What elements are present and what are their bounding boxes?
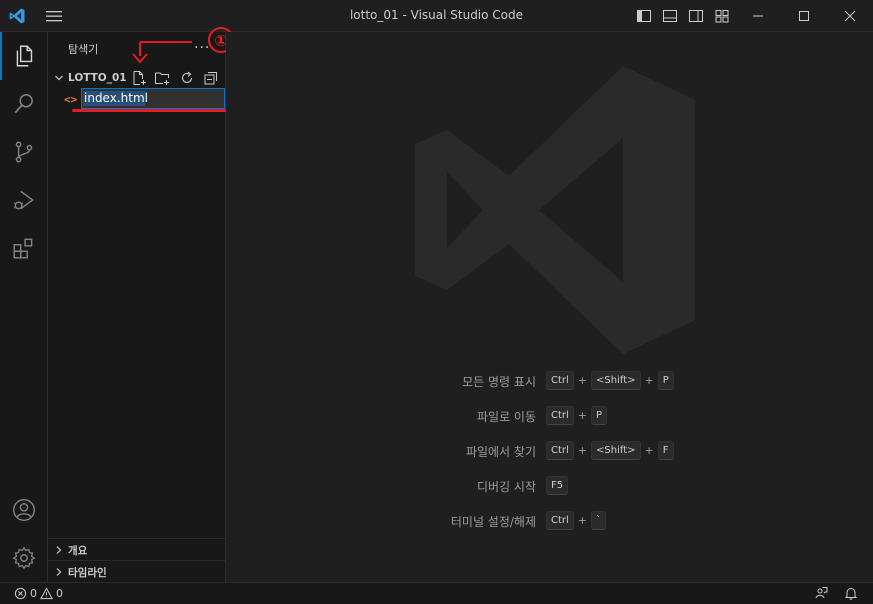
explorer-activity[interactable] (0, 32, 48, 80)
editor-area: 모든 명령 표시 Ctrl + <Shift> + P 파일로 이동 Ctrl + P… (226, 32, 873, 582)
timeline-label: 타임라인 (68, 567, 107, 579)
new-file-name-text: index.html (84, 91, 148, 105)
accounts-activity[interactable] (0, 486, 48, 534)
folder-name: LOTTO_01 (68, 72, 127, 84)
refresh-icon[interactable] (179, 70, 195, 86)
run-debug-icon (14, 190, 34, 210)
activity-bar (0, 32, 48, 582)
new-file-row: <> index.html (48, 88, 226, 110)
warning-icon (40, 587, 53, 600)
folder-header[interactable]: LOTTO_01 (48, 68, 226, 90)
extensions-icon (13, 238, 33, 259)
toggle-panel-icon[interactable] (662, 8, 678, 24)
shortcut-toggle-terminal: 터미널 설정/해제 Ctrl + ` (226, 511, 873, 531)
error-icon (14, 587, 27, 600)
toggle-secondary-sidebar-icon[interactable] (688, 8, 704, 24)
gear-icon (12, 546, 36, 570)
title-bar: lotto_01 - Visual Studio Code (0, 0, 873, 32)
extensions-activity[interactable] (0, 224, 48, 272)
shortcut-show-all-commands: 모든 명령 표시 Ctrl + <Shift> + P (226, 371, 873, 391)
outline-label: 개요 (68, 545, 88, 557)
shortcut-find-in-files: 파일에서 찾기 Ctrl + <Shift> + F (226, 441, 873, 461)
maximize-icon (799, 11, 809, 21)
warning-count: 0 (56, 587, 63, 600)
feedback-icon[interactable] (814, 586, 828, 600)
explorer-sidebar: 탐색기 ... LOTTO_01 <> index.html 개요 타임라인 (48, 32, 226, 582)
shortcut-go-to-file: 파일로 이동 Ctrl + P (226, 406, 873, 426)
vscode-watermark-icon (415, 66, 695, 354)
new-folder-icon[interactable] (154, 70, 170, 86)
collapse-all-icon[interactable] (203, 70, 219, 86)
chevron-right-icon (56, 568, 62, 576)
problems-status[interactable]: 0 0 (14, 587, 63, 600)
toggle-primary-sidebar-icon[interactable] (636, 8, 652, 24)
annotation-arrow-line (140, 41, 192, 43)
annotation-underline (72, 109, 232, 112)
source-control-activity[interactable] (0, 128, 48, 176)
minimize-button[interactable] (735, 0, 781, 32)
close-button[interactable] (827, 0, 873, 32)
chevron-right-icon (56, 546, 62, 554)
search-icon (14, 94, 33, 114)
chevron-down-icon (55, 75, 63, 81)
manage-activity[interactable] (0, 534, 48, 582)
annotation-arrow-head (132, 53, 148, 63)
close-icon (844, 10, 856, 22)
explorer-title: 탐색기 (68, 43, 99, 56)
customize-layout-icon[interactable] (714, 8, 730, 24)
html-file-icon: <> (64, 93, 78, 106)
new-file-icon[interactable] (131, 70, 147, 86)
shortcut-start-debugging: 디버깅 시작 F5 (226, 476, 873, 496)
bell-icon[interactable] (844, 586, 858, 600)
timeline-section[interactable]: 타임라인 (48, 560, 226, 582)
search-activity[interactable] (0, 80, 48, 128)
minimize-icon (753, 15, 763, 17)
outline-section[interactable]: 개요 (48, 538, 226, 560)
source-control-icon (15, 141, 33, 163)
status-bar: 0 0 (0, 582, 873, 604)
account-icon (13, 499, 35, 521)
error-count: 0 (30, 587, 37, 600)
run-debug-activity[interactable] (0, 176, 48, 224)
maximize-button[interactable] (781, 0, 827, 32)
files-icon (16, 45, 33, 67)
